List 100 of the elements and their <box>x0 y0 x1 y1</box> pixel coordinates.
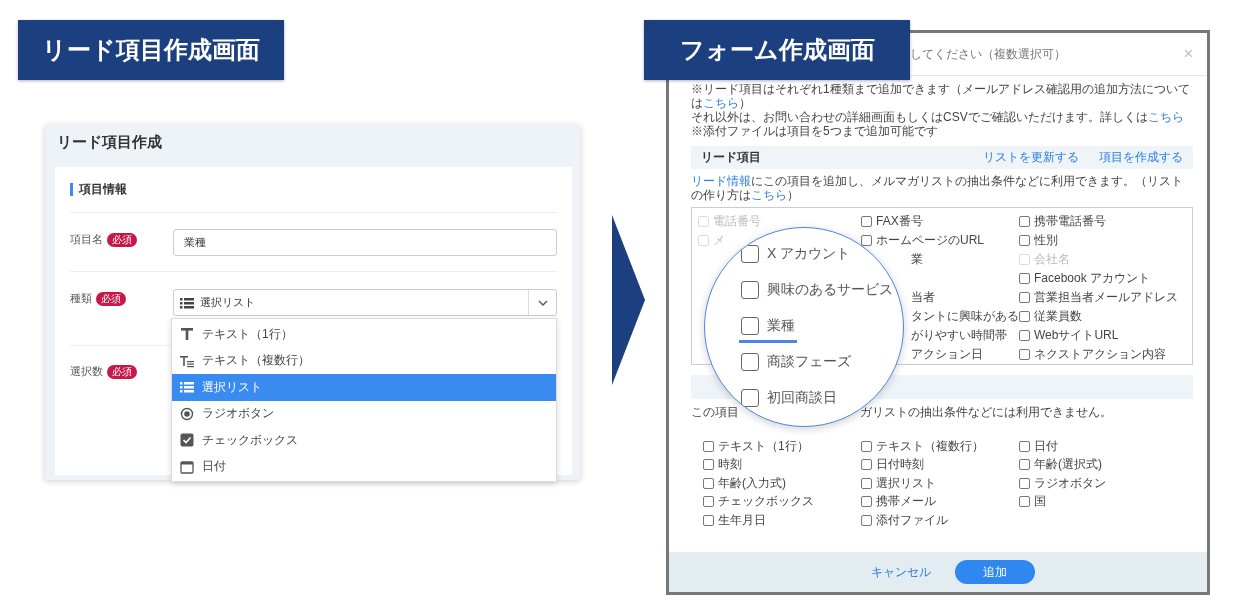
note-text: それ以外は、お問い合わせの詳細画面もしくはCSVでご確認いただけます。詳しくはこちら <box>691 110 1185 124</box>
option-label: 選択リスト <box>876 474 936 492</box>
section-title: リード項目 <box>701 149 761 166</box>
section-title: 項目情報 <box>70 183 127 196</box>
list-icon <box>180 380 194 395</box>
checkbox[interactable] <box>1019 496 1030 508</box>
link[interactable]: 項目を作成する <box>1099 149 1183 166</box>
modal-title: してください（複数選択可） <box>910 45 1066 63</box>
option-label: 年齢(選択式) <box>1034 456 1102 474</box>
option-label: 年齢(入力式) <box>718 474 786 492</box>
checkbox[interactable] <box>741 281 759 299</box>
dropdown-option[interactable]: 選択リスト <box>172 374 556 401</box>
cancel-link[interactable]: キャンセル <box>871 563 931 581</box>
checkbox[interactable] <box>861 477 872 489</box>
checkbox[interactable] <box>861 514 872 526</box>
checkbox[interactable] <box>703 496 714 508</box>
option-label: FAX番号 <box>876 213 923 230</box>
checkbox[interactable] <box>1019 235 1030 246</box>
checkbox[interactable] <box>861 440 872 452</box>
card-title: リード項目作成 <box>56 132 163 152</box>
checkbox[interactable] <box>1019 330 1030 341</box>
field-label: 項目名 <box>70 232 103 247</box>
checkbox[interactable] <box>861 235 872 246</box>
description-text: リード情報にこの項目を追加し、メルマガリストの抽出条件などに利用できます。（リストの作り方はこちら） <box>691 174 1184 202</box>
checkbox[interactable] <box>1019 292 1030 303</box>
text-icon <box>180 327 194 342</box>
checkbox[interactable] <box>1019 477 1030 489</box>
option-label: メ <box>713 232 725 249</box>
checkbox[interactable] <box>741 245 759 263</box>
dropdown-option[interactable]: チェックボックス <box>172 427 556 454</box>
option-label: アクション日 <box>911 346 983 363</box>
text-lines-icon <box>180 353 194 368</box>
link[interactable]: リード情報 <box>691 174 751 188</box>
option-label: がりやすい時間帯 <box>911 327 1007 344</box>
option-label: チェックボックス <box>718 493 814 511</box>
description-text: この項目 <box>691 405 739 419</box>
checkbox[interactable] <box>741 353 759 371</box>
option-label: 業 <box>911 251 923 268</box>
option-label: WebサイトURL <box>1034 327 1119 344</box>
checkbox[interactable] <box>861 459 872 471</box>
checkbox[interactable] <box>703 477 714 489</box>
option-label: X アカウント <box>767 245 851 263</box>
field-label: 選択数 <box>70 364 103 379</box>
radio-icon <box>180 406 194 421</box>
option-label: 従業員数 <box>1034 308 1082 325</box>
note-text: ※リード項目はそれぞれ1種類まで追加できます（メールアドレス確認用の追加方法についてはこちら） <box>691 82 1191 110</box>
dropdown-option[interactable]: テキスト（1行） <box>172 321 556 348</box>
dropdown-option[interactable]: 日付 <box>172 453 556 480</box>
option-label: Facebook アカウント <box>1034 270 1151 287</box>
checkbox[interactable] <box>1019 440 1030 452</box>
text-field[interactable]: 業種 <box>172 229 557 256</box>
add-button[interactable]: 追加 <box>955 560 1035 584</box>
checkbox[interactable] <box>861 216 872 227</box>
link[interactable]: こちら <box>1147 110 1184 124</box>
option-label: 日付 <box>1034 437 1058 455</box>
checkbox[interactable] <box>741 317 759 335</box>
link[interactable]: リストを更新する <box>983 149 1079 166</box>
option-label: 営業担当者メールアドレス <box>1034 289 1178 306</box>
field-label: 種類 <box>70 291 92 306</box>
option-label: 生年月日 <box>718 511 766 529</box>
option-label: 初回商談日 <box>767 389 837 407</box>
option-label: 性別 <box>1034 232 1058 249</box>
dropdown-option[interactable]: テキスト（複数行） <box>172 347 556 374</box>
option-label: ネクストアクション内容 <box>1034 346 1166 363</box>
option-label: 時刻 <box>718 456 742 474</box>
option-label: ラジオボタン <box>1034 474 1106 492</box>
option-label: 電話番号 <box>713 213 761 230</box>
option-label: テキスト（複数行） <box>876 437 984 455</box>
option-label: 携帯メール <box>876 493 936 511</box>
checkbox[interactable] <box>1019 273 1030 284</box>
chevron-arrow-icon <box>612 215 645 385</box>
checkbox[interactable] <box>1019 349 1030 360</box>
section-badge: リード項目作成画面 <box>18 20 284 80</box>
option-label: 添付ファイル <box>876 511 948 529</box>
checkbox-icon <box>180 433 194 448</box>
option-label: 日付時刻 <box>876 456 924 474</box>
checkbox[interactable] <box>1019 311 1030 322</box>
option-label: 当者 <box>911 289 935 306</box>
checkbox[interactable] <box>741 389 759 407</box>
checkbox[interactable] <box>703 440 714 452</box>
required-badge: 必須 <box>96 291 126 306</box>
option-label: 国 <box>1034 493 1046 511</box>
option-label: 業種 <box>767 317 795 335</box>
option-label: タントに興味がある <box>911 308 1019 325</box>
option-label: 商談フェーズ <box>767 353 851 371</box>
checkbox[interactable] <box>861 496 872 508</box>
checkbox[interactable] <box>703 459 714 471</box>
link[interactable]: こちら <box>751 188 787 202</box>
checkbox[interactable] <box>1019 216 1030 227</box>
note-text: ※添付ファイルは項目を5つまで追加可能です <box>691 124 939 138</box>
calendar-icon <box>180 459 194 474</box>
checkbox[interactable] <box>1019 459 1030 471</box>
option-label: 携帯電話番号 <box>1034 213 1106 230</box>
option-label: 興味のあるサービス <box>767 281 893 299</box>
checkbox[interactable] <box>703 514 714 526</box>
dropdown-option[interactable]: ラジオボタン <box>172 400 556 427</box>
type-select[interactable]: 選択リスト <box>172 289 557 316</box>
list-icon <box>179 295 194 310</box>
link[interactable]: こちら <box>703 96 739 110</box>
caret-down-icon <box>537 299 548 306</box>
